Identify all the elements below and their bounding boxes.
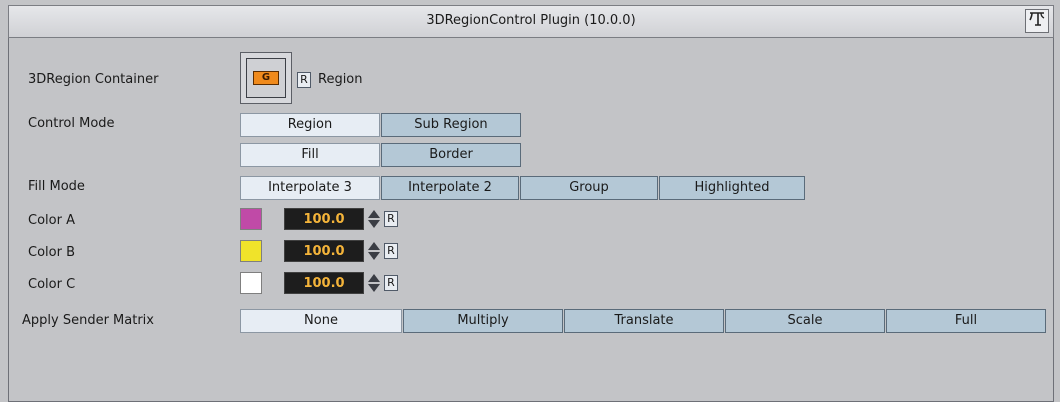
- spinner-down-icon[interactable]: [366, 251, 382, 262]
- container-slot-inner: G: [246, 58, 286, 98]
- apply-matrix-scale-button[interactable]: Scale: [725, 309, 885, 333]
- fill-mode-interpolate3-button[interactable]: Interpolate 3: [240, 176, 380, 200]
- container-label: 3DRegion Container: [28, 72, 159, 87]
- color-a-reset-button[interactable]: R: [384, 211, 398, 227]
- fill-mode-interpolate2-button[interactable]: Interpolate 2: [381, 176, 519, 200]
- control-submode-border-button[interactable]: Border: [381, 143, 521, 167]
- apply-matrix-label: Apply Sender Matrix: [22, 313, 154, 328]
- color-a-swatch[interactable]: [240, 208, 262, 230]
- apply-matrix-multiply-button[interactable]: Multiply: [403, 309, 563, 333]
- control-submode-fill-button[interactable]: Fill: [240, 143, 380, 167]
- color-b-swatch[interactable]: [240, 240, 262, 262]
- group-container-icon: G: [253, 71, 279, 85]
- plugin-body: [8, 38, 1054, 402]
- window-title: 3DRegionControl Plugin (10.0.0): [426, 13, 636, 28]
- spinner-down-icon[interactable]: [366, 283, 382, 294]
- spinner-down-icon[interactable]: [366, 219, 382, 230]
- color-a-label: Color A: [28, 213, 75, 228]
- window-titlebar: 3DRegionControl Plugin (10.0.0): [8, 5, 1054, 38]
- color-c-label: Color C: [28, 277, 76, 292]
- fill-mode-highlighted-button[interactable]: Highlighted: [659, 176, 805, 200]
- control-mode-subregion-button[interactable]: Sub Region: [381, 113, 521, 137]
- color-b-reset-button[interactable]: R: [384, 243, 398, 259]
- color-c-swatch[interactable]: [240, 272, 262, 294]
- color-c-reset-button[interactable]: R: [384, 275, 398, 291]
- control-mode-region-button[interactable]: Region: [240, 113, 380, 137]
- apply-matrix-translate-button[interactable]: Translate: [564, 309, 724, 333]
- fill-mode-label: Fill Mode: [28, 179, 85, 194]
- color-b-label: Color B: [28, 245, 75, 260]
- container-reset-button[interactable]: R: [297, 72, 311, 88]
- color-c-value-field[interactable]: 100.0: [284, 272, 364, 294]
- control-mode-label: Control Mode: [28, 116, 115, 131]
- help-icon: [1028, 10, 1046, 32]
- apply-matrix-full-button[interactable]: Full: [886, 309, 1046, 333]
- apply-matrix-none-button[interactable]: None: [240, 309, 402, 333]
- spinner-up-icon[interactable]: [366, 272, 382, 283]
- container-drop-slot[interactable]: G: [240, 52, 292, 104]
- spinner-up-icon[interactable]: [366, 208, 382, 219]
- help-button[interactable]: [1025, 9, 1049, 33]
- color-b-spinner[interactable]: [366, 240, 382, 262]
- color-a-value-field[interactable]: 100.0: [284, 208, 364, 230]
- container-value: Region: [318, 72, 363, 87]
- color-c-spinner[interactable]: [366, 272, 382, 294]
- spinner-up-icon[interactable]: [366, 240, 382, 251]
- color-b-value-field[interactable]: 100.0: [284, 240, 364, 262]
- color-a-spinner[interactable]: [366, 208, 382, 230]
- fill-mode-group-button[interactable]: Group: [520, 176, 658, 200]
